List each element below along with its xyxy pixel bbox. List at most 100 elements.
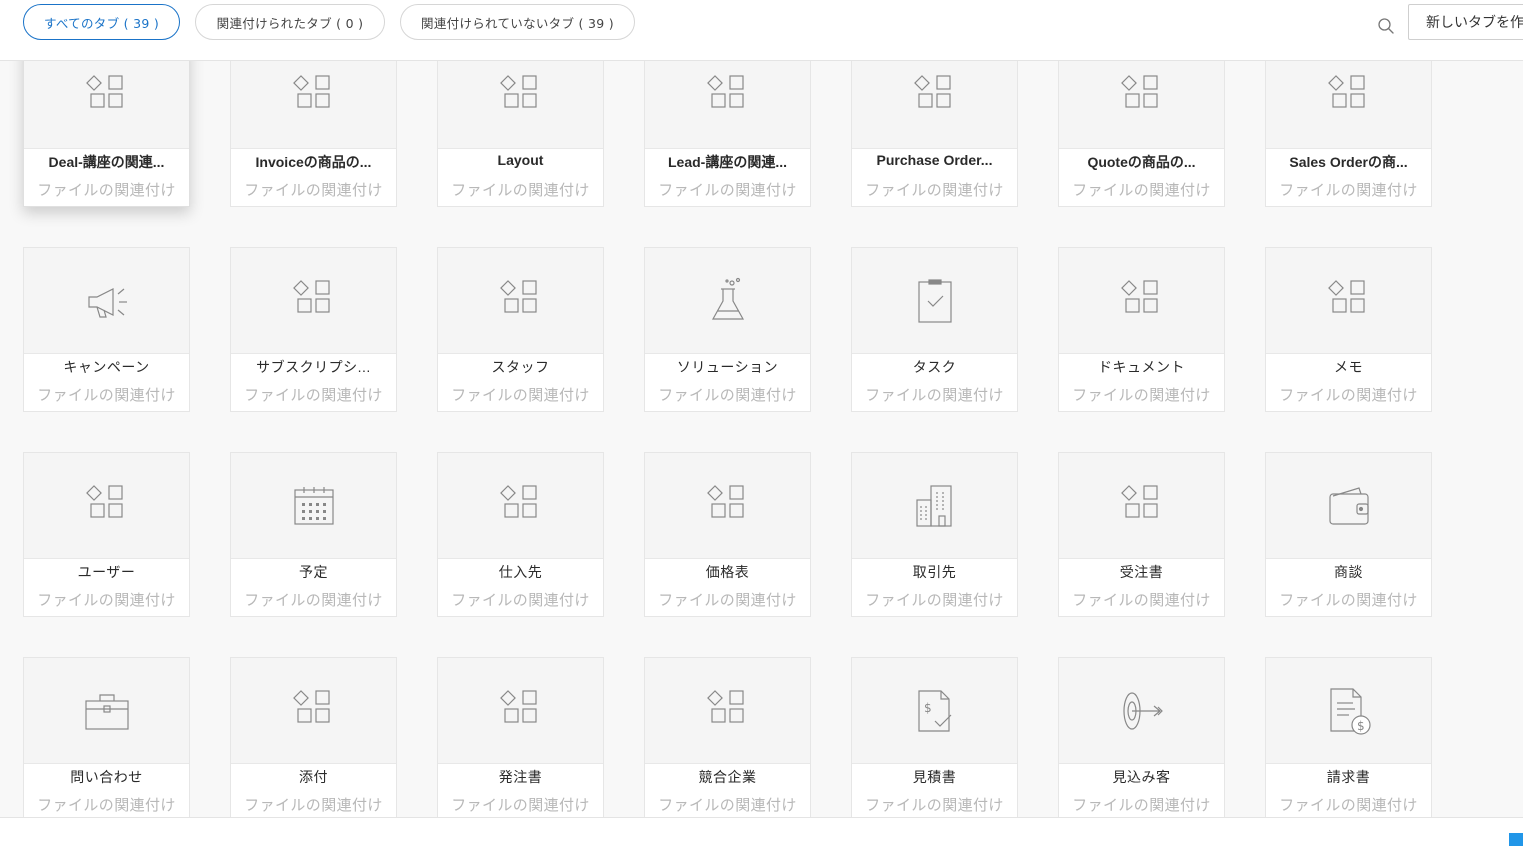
tab-card[interactable]: サブスクリプシ... ファイルの関連付け [230,247,397,412]
module-icon [231,248,396,354]
wallet-icon [1266,453,1431,559]
filter-all-tabs-button[interactable]: すべてのタブ ( 39 ) [23,4,180,40]
tab-card-name: ユーザー [77,564,136,580]
tab-card-subtitle: ファイルの関連付け [658,591,797,609]
tab-card-subtitle: ファイルの関連付け [865,386,1004,404]
tab-card-name: 取引先 [912,564,957,580]
tab-card-subtitle: ファイルの関連付け [1279,796,1418,814]
module-icon [1266,248,1431,354]
tab-card-subtitle: ファイルの関連付け [865,796,1004,814]
tab-card-subtitle: ファイルの関連付け [658,386,797,404]
svg-text:$: $ [1357,719,1365,733]
tab-card-subtitle: ファイルの関連付け [451,181,590,199]
tab-card-subtitle: ファイルの関連付け [1279,181,1418,199]
target-icon [1059,658,1224,764]
bottom-bar [0,817,1523,846]
tab-card[interactable]: Deal-講座の関連... ファイルの関連付け [23,42,190,207]
tab-card[interactable]: 競合企業 ファイルの関連付け [644,657,811,822]
tab-card-name: メモ [1334,359,1363,375]
tab-card-name: Layout [497,152,544,168]
tab-card[interactable]: 発注書ファイルの関連付け [437,657,604,822]
tab-card[interactable]: 予定ファイルの関連付け [230,452,397,617]
tab-card[interactable]: Lead-講座の関連... ファイルの関連付け [644,42,811,207]
tab-card[interactable]: 見込み客 ファイルの関連付け [1058,657,1225,822]
tab-card[interactable]: Layout ファイルの関連付け [437,42,604,207]
tab-card-subtitle: ファイルの関連付け [658,181,797,199]
tab-card[interactable]: ソリューションファイルの関連付け [644,247,811,412]
tab-card-subtitle: ファイルの関連付け [1072,386,1211,404]
tab-card-subtitle: ファイルの関連付け [865,181,1004,199]
tab-card-subtitle: ファイルの関連付け [37,181,176,199]
tab-card-name: Purchase Order... [876,152,993,168]
tab-card-subtitle: ファイルの関連付け [37,386,176,404]
tab-card[interactable]: スタッフファイルの関連付け [437,247,604,412]
tab-card[interactable]: $ 請求書ファイルの関連付け [1265,657,1432,822]
tab-card-name: サブスクリプシ... [256,359,371,375]
tab-card-subtitle: ファイルの関連付け [1072,591,1211,609]
tab-card[interactable]: $ 見積書 ファイルの関連付け [851,657,1018,822]
module-icon [438,453,603,559]
tab-card[interactable]: 取引先ファイルの関連付け [851,452,1018,617]
module-icon [438,658,603,764]
briefcase-icon [24,658,189,764]
tab-card-subtitle: ファイルの関連付け [244,591,383,609]
filter-unassociated-tabs-button[interactable]: 関連付けられていないタブ ( 39 ) [400,4,635,40]
tab-card[interactable]: 商談ファイルの関連付け [1265,452,1432,617]
tab-card-name: 添付 [299,769,328,785]
tab-card-name: 請求書 [1326,769,1371,785]
tab-card-name: タスク [912,359,957,375]
svg-text:$: $ [924,701,932,715]
megaphone-icon [24,248,189,354]
tab-card-subtitle: ファイルの関連付け [451,386,590,404]
tab-card-subtitle: ファイルの関連付け [244,181,383,199]
tab-card[interactable]: タスクファイルの関連付け [851,247,1018,412]
module-icon [24,453,189,559]
tab-card[interactable]: メモファイルの関連付け [1265,247,1432,412]
tab-card[interactable]: 添付ファイルの関連付け [230,657,397,822]
tab-card-subtitle: ファイルの関連付け [1072,181,1211,199]
tab-card-subtitle: ファイルの関連付け [244,386,383,404]
tab-card-name: 予定 [299,564,328,580]
module-icon [645,658,810,764]
filter-associated-tabs-button[interactable]: 関連付けられたタブ ( 0 ) [195,4,385,40]
tab-card-name: Lead-講座の関連... [667,154,787,170]
module-icon [438,248,603,354]
tab-card[interactable]: ドキュメント ファイルの関連付け [1058,247,1225,412]
module-icon [1059,453,1224,559]
tab-card-name: 商談 [1334,564,1363,580]
tab-card-subtitle: ファイルの関連付け [865,591,1004,609]
tab-card-name: 価格表 [705,564,750,580]
tab-card[interactable]: 仕入先ファイルの関連付け [437,452,604,617]
tab-card[interactable]: Purchase Order... ファイルの関連付け [851,42,1018,207]
tab-card-subtitle: ファイルの関連付け [244,796,383,814]
new-tab-button[interactable]: 新しいタブを作 [1408,4,1523,40]
clipboard-icon [852,248,1017,354]
tab-card-name: 仕入先 [498,564,543,580]
search-icon[interactable] [1376,16,1396,36]
invoice-doc-icon: $ [1266,658,1431,764]
tab-card-name: 競合企業 [698,769,757,785]
tab-card[interactable]: 価格表ファイルの関連付け [644,452,811,617]
tab-card[interactable]: Quoteの商品の... ファイルの関連付け [1058,42,1225,207]
tab-card-name: ソリューション [676,359,779,375]
quote-doc-icon: $ [852,658,1017,764]
tab-card-subtitle: ファイルの関連付け [451,591,590,609]
tab-card[interactable]: キャンペーンファイルの関連付け [23,247,190,412]
tab-card-name: Sales Orderの商... [1289,154,1408,170]
tab-card-subtitle: ファイルの関連付け [1279,386,1418,404]
tab-card[interactable]: Sales Orderの商... ファイルの関連付け [1265,42,1432,207]
tab-card-subtitle: ファイルの関連付け [451,796,590,814]
tab-card-name: キャンペーン [63,359,150,375]
tab-card-name: スタッフ [491,359,550,375]
tab-card-name: Quoteの商品の... [1087,154,1196,170]
tab-card-name: 受注書 [1119,564,1164,580]
tab-card-subtitle: ファイルの関連付け [1072,796,1211,814]
tab-card[interactable]: 受注書ファイルの関連付け [1058,452,1225,617]
tab-card[interactable]: ユーザー ファイルの関連付け [23,452,190,617]
module-icon [231,658,396,764]
tab-card[interactable]: 問い合わせ ファイルの関連付け [23,657,190,822]
tab-card-name: 問い合わせ [70,769,143,785]
tab-card[interactable]: Invoiceの商品の... ファイルの関連付け [230,42,397,207]
tab-card-subtitle: ファイルの関連付け [1279,591,1418,609]
tab-card-name: 発注書 [498,769,543,785]
